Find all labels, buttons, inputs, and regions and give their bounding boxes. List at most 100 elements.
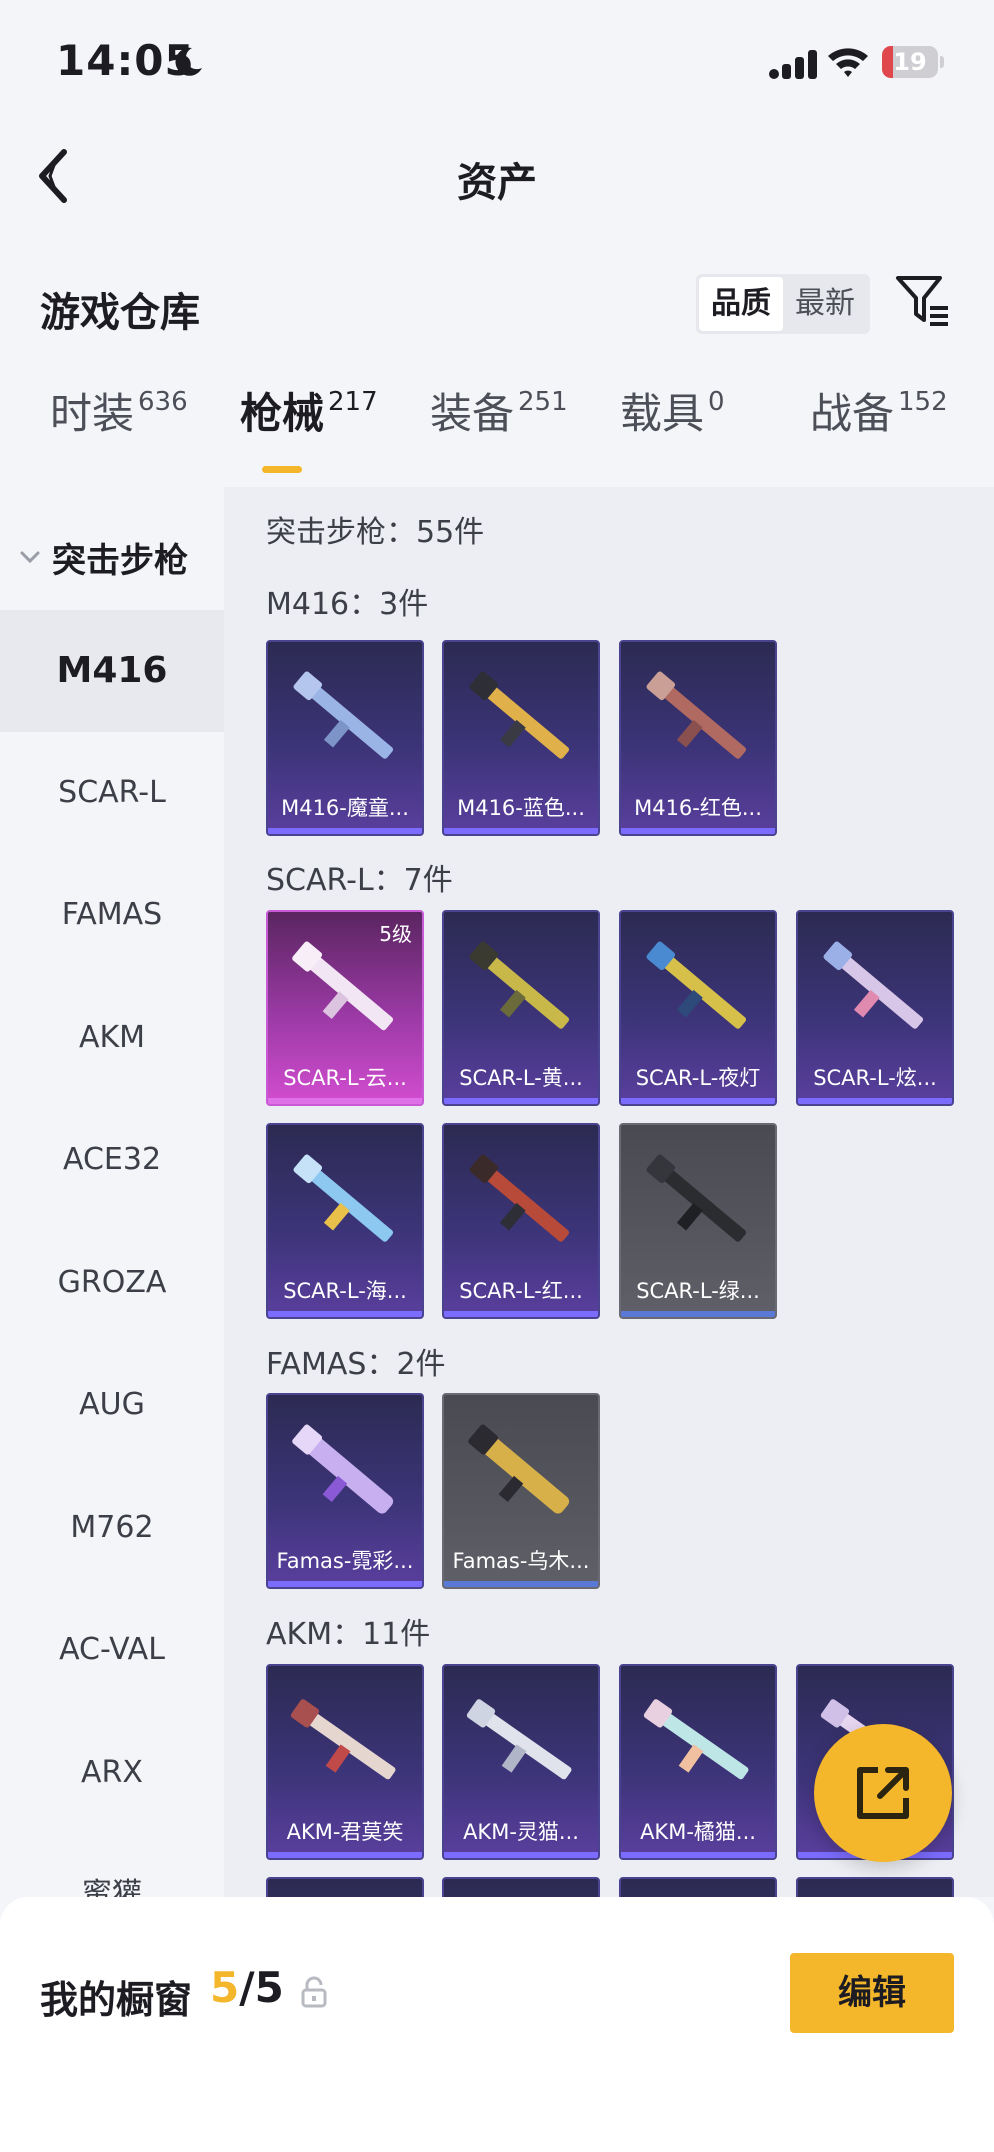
rarity-stripe — [444, 1581, 598, 1587]
weapon-grid: 突击步枪：55件 M416：3件 M416-魔童... M416-蓝色... M… — [224, 487, 994, 1897]
rifle-icon — [293, 1154, 394, 1242]
rifle-icon — [293, 671, 394, 759]
tab-label: 装备 — [430, 389, 515, 438]
tab-label: 战备 — [810, 389, 895, 438]
weapon-card-label: SCAR-L-红... — [459, 1279, 583, 1303]
tab-firearms[interactable]: 枪械 217 — [240, 380, 378, 480]
weapon-card[interactable] — [442, 1877, 600, 1897]
share-button[interactable] — [814, 1724, 952, 1862]
weapon-card[interactable] — [266, 1877, 424, 1897]
category-summary: 突击步枪：55件 — [266, 515, 485, 550]
sidebar-category-assault-rifles[interactable]: 突击步枪 — [0, 517, 224, 597]
battery-text: 19 — [893, 48, 927, 76]
tab-count: 251 — [518, 387, 568, 417]
sidebar-item-groza[interactable]: GROZA — [0, 1222, 224, 1344]
sidebar-item-akm[interactable]: AKM — [0, 977, 224, 1099]
rarity-stripe — [621, 1852, 775, 1858]
weapon-card[interactable]: SCAR-L-绿... — [619, 1123, 777, 1319]
category-tabs: 时装 636 枪械 217 装备 251 载具 0 战备 152 — [0, 380, 994, 490]
weapon-card[interactable]: M416-魔童... — [266, 640, 424, 836]
tab-label: 载具 — [620, 389, 705, 438]
tab-combat-supplies[interactable]: 战备 152 — [810, 380, 948, 480]
sort-option-latest[interactable]: 最新 — [783, 277, 867, 331]
rarity-stripe — [621, 1098, 775, 1104]
rifle-icon — [823, 941, 924, 1029]
weapon-card-label: M416-魔童... — [281, 796, 409, 820]
rarity-stripe — [268, 1098, 422, 1104]
tab-count: 152 — [898, 387, 948, 417]
page-title: 资产 — [457, 160, 537, 206]
showcase-count: 5/5 — [210, 1963, 284, 2012]
rifle-icon — [469, 941, 570, 1029]
tab-vehicles[interactable]: 载具 0 — [620, 380, 725, 480]
battery-indicator: 19 — [882, 46, 944, 78]
battery-cap — [940, 56, 944, 68]
rifle-icon — [646, 941, 747, 1029]
rarity-stripe — [621, 828, 775, 834]
sort-option-quality[interactable]: 品质 — [699, 277, 783, 331]
sidebar-item-m762[interactable]: M762 — [0, 1467, 224, 1589]
rarity-stripe — [268, 1581, 422, 1587]
rarity-stripe — [268, 1852, 422, 1858]
weapon-card[interactable]: M416-红色... — [619, 640, 777, 836]
weapon-card[interactable]: Famas-乌木... — [442, 1393, 600, 1589]
sidebar-item-arx[interactable]: ARX — [0, 1712, 224, 1834]
rarity-stripe — [621, 1311, 775, 1317]
rifle-icon — [643, 1699, 749, 1780]
weapon-card[interactable]: AKM-灵猫... — [442, 1664, 600, 1860]
showcase-label: 我的橱窗 — [40, 1978, 193, 2022]
rifle-icon — [292, 1424, 394, 1514]
group-title-akm: AKM：11件 — [266, 1617, 431, 1652]
group-title-famas: FAMAS：2件 — [266, 1347, 446, 1382]
sort-toggle: 品质 最新 — [696, 274, 870, 334]
weapon-card[interactable]: AKM-君莫笑 — [266, 1664, 424, 1860]
sidebar-item-aug[interactable]: AUG — [0, 1344, 224, 1466]
tab-count: 217 — [328, 387, 378, 417]
weapon-card-label: AKM-灵猫... — [463, 1820, 579, 1844]
weapon-card[interactable]: SCAR-L-海... — [266, 1123, 424, 1319]
tab-fashion[interactable]: 时装 636 — [50, 380, 188, 480]
chevron-down-icon — [20, 551, 40, 564]
wifi-icon — [828, 48, 868, 77]
weapon-card[interactable] — [619, 1877, 777, 1897]
weapon-card-label: SCAR-L-绿... — [636, 1279, 760, 1303]
rarity-stripe — [444, 1852, 598, 1858]
weapon-card-label: AKM-君莫笑 — [286, 1820, 404, 1844]
rifle-icon — [468, 1424, 570, 1514]
sidebar-item-scar-l[interactable]: SCAR-L — [0, 732, 224, 854]
weapon-card[interactable]: SCAR-L-红... — [442, 1123, 600, 1319]
rifle-icon — [466, 1699, 572, 1780]
sidebar-item-ace32[interactable]: ACE32 — [0, 1099, 224, 1221]
weapon-card[interactable]: SCAR-L-黄... — [442, 910, 600, 1106]
weapon-card[interactable]: SCAR-L-炫... — [796, 910, 954, 1106]
sidebar-item-m416[interactable]: M416 — [0, 610, 224, 732]
weapon-card[interactable]: M416-蓝色... — [442, 640, 600, 836]
weapon-card-label: M416-红色... — [634, 796, 762, 820]
weapon-card[interactable]: Famas-霓彩... — [266, 1393, 424, 1589]
battery-body: 19 — [882, 46, 938, 78]
showcase-total: /5 — [239, 1963, 284, 2012]
tab-count: 636 — [138, 387, 188, 417]
weapon-card-label: Famas-霓彩... — [276, 1549, 414, 1573]
sidebar-item-honey-badger[interactable]: 蜜獾 — [0, 1834, 224, 1897]
weapon-card[interactable] — [796, 1877, 954, 1897]
share-external-icon — [857, 1767, 909, 1819]
weapon-card-label: AKM-橘猫... — [640, 1820, 756, 1844]
weapon-card-label: Famas-乌木... — [452, 1549, 590, 1573]
active-tab-indicator — [262, 466, 302, 473]
weapon-card[interactable]: 5级 SCAR-L-云... — [266, 910, 424, 1106]
rarity-stripe — [444, 1311, 598, 1317]
rarity-stripe — [268, 1311, 422, 1317]
weapon-card-label: SCAR-L-黄... — [459, 1066, 583, 1090]
filter-icon[interactable] — [894, 272, 952, 330]
weapon-card[interactable]: SCAR-L-夜灯 — [619, 910, 777, 1106]
sidebar-item-famas[interactable]: FAMAS — [0, 854, 224, 976]
rifle-icon — [646, 671, 747, 759]
rifle-icon — [469, 671, 570, 759]
weapon-card[interactable]: AKM-橘猫... — [619, 1664, 777, 1860]
weapon-card-label: SCAR-L-夜灯 — [635, 1066, 761, 1090]
tab-equipment[interactable]: 装备 251 — [430, 380, 568, 480]
showcase-used: 5 — [210, 1963, 240, 2012]
edit-button[interactable]: 编辑 — [790, 1953, 954, 2033]
sidebar-item-ac-val[interactable]: AC-VAL — [0, 1589, 224, 1711]
